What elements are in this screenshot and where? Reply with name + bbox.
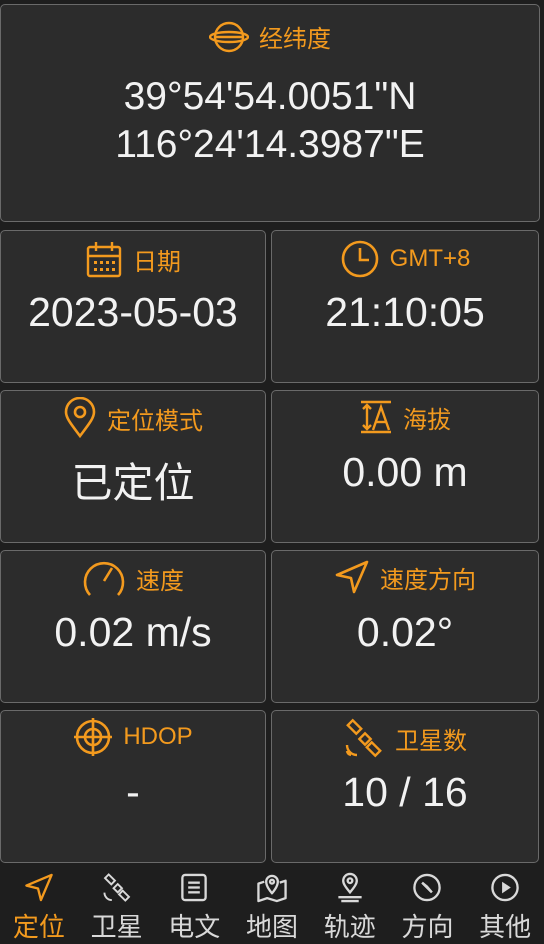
map-icon [257,874,287,903]
globe-icon [209,21,249,52]
coordinates-header: 经纬度 [1,19,539,54]
longitude-value: 116°24'14.3987"E [115,123,425,166]
nav-item-other[interactable]: 其他 [466,866,544,944]
speed-value: 0.02 m/s [54,609,212,655]
fix-mode-card: 定位模式 已定位 [0,390,266,543]
satellites-card: 卫星数 10 / 16 [271,710,539,863]
satellite-icon [103,873,130,902]
bottom-navigation: 定位 卫星 电文 地图 轨迹 方向 其他 [0,866,544,944]
nav-label-location: 定位 [12,912,65,942]
heading-value: 0.02° [356,609,454,655]
nav-label-track: 轨迹 [323,912,376,942]
play-circle-icon [491,873,519,902]
track-pin-icon [338,872,362,903]
nav-item-satellite[interactable]: 卫星 [78,866,156,944]
clock-icon [341,240,378,278]
nav-label-satellite: 卫星 [90,912,143,942]
fix-mode-header: 定位模式 [1,397,265,439]
time-label: GMT+8 [389,245,471,272]
coordinates-label: 经纬度 [259,26,331,53]
speedometer-icon [83,561,125,596]
latitude-value: 39°54'54.0051"N [123,75,417,118]
speed-label: 速度 [136,567,184,595]
hdop-card: HDOP - [0,710,266,863]
date-header: 日期 [1,239,265,279]
date-value: 2023-05-03 [28,289,238,335]
nav-item-location[interactable]: 定位 [0,866,78,944]
navigation-arrow-icon [335,560,369,594]
satellites-value: 10 / 16 [342,769,468,815]
hdop-header: HDOP [1,717,265,757]
document-icon [181,873,208,902]
nav-item-direction[interactable]: 方向 [389,866,467,944]
time-card: GMT+8 21:10:05 [271,230,539,383]
calendar-icon [86,242,122,278]
nav-item-track[interactable]: 轨迹 [311,866,389,944]
nav-item-message[interactable]: 电文 [155,866,233,944]
nav-label-map: 地图 [246,912,299,942]
nav-item-map[interactable]: 地图 [233,866,311,944]
satellite-icon [345,718,382,758]
heading-card: 速度方向 0.02° [271,550,539,703]
location-pin-icon [64,397,96,439]
altitude-icon [361,400,391,434]
time-value: 21:10:05 [325,289,485,335]
fix-mode-value: 已定位 [71,460,195,506]
satellites-label: 卫星数 [395,727,467,755]
nav-label-direction: 方向 [401,912,454,942]
time-header: GMT+8 [272,239,538,279]
altitude-card: 海拔 0.00 m [271,390,539,543]
compass-icon [413,873,442,902]
crosshair-icon [74,718,113,756]
altitude-value: 0.00 m [342,449,468,495]
hdop-label: HDOP [123,723,193,750]
hdop-value: - [126,769,140,815]
nav-label-other: 其他 [479,912,532,942]
navigation-arrow-icon [25,873,53,902]
fix-mode-label: 定位模式 [107,407,203,435]
coordinates-card: 经纬度 39°54'54.0051"N 116°24'14.3987"E [0,4,540,222]
satellites-header: 卫星数 [272,717,538,759]
date-card: 日期 2023-05-03 [0,230,266,383]
altitude-header: 海拔 [272,399,538,435]
heading-label: 速度方向 [380,566,476,594]
altitude-label: 海拔 [403,406,451,434]
speed-header: 速度 [1,557,265,599]
date-label: 日期 [133,248,181,276]
heading-header: 速度方向 [272,559,538,595]
speed-card: 速度 0.02 m/s [0,550,266,703]
nav-label-message: 电文 [168,912,221,942]
